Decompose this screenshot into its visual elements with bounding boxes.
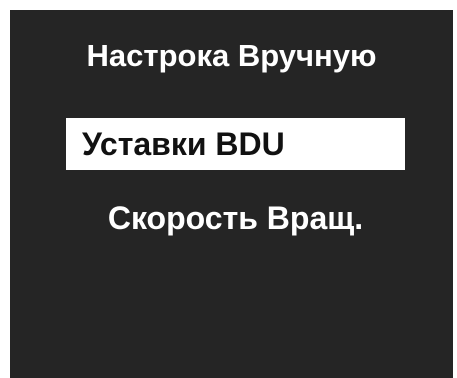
menu-item-bdu-setpoints[interactable]: Уставки BDU [66,118,405,170]
lcd-screen: Настрока Вручную Уставки BDU Скорость Вр… [10,10,453,378]
menu-title: Настрока Вручную [86,38,377,73]
menu-item-rotation-speed[interactable]: Скорость Вращ. [66,192,405,244]
